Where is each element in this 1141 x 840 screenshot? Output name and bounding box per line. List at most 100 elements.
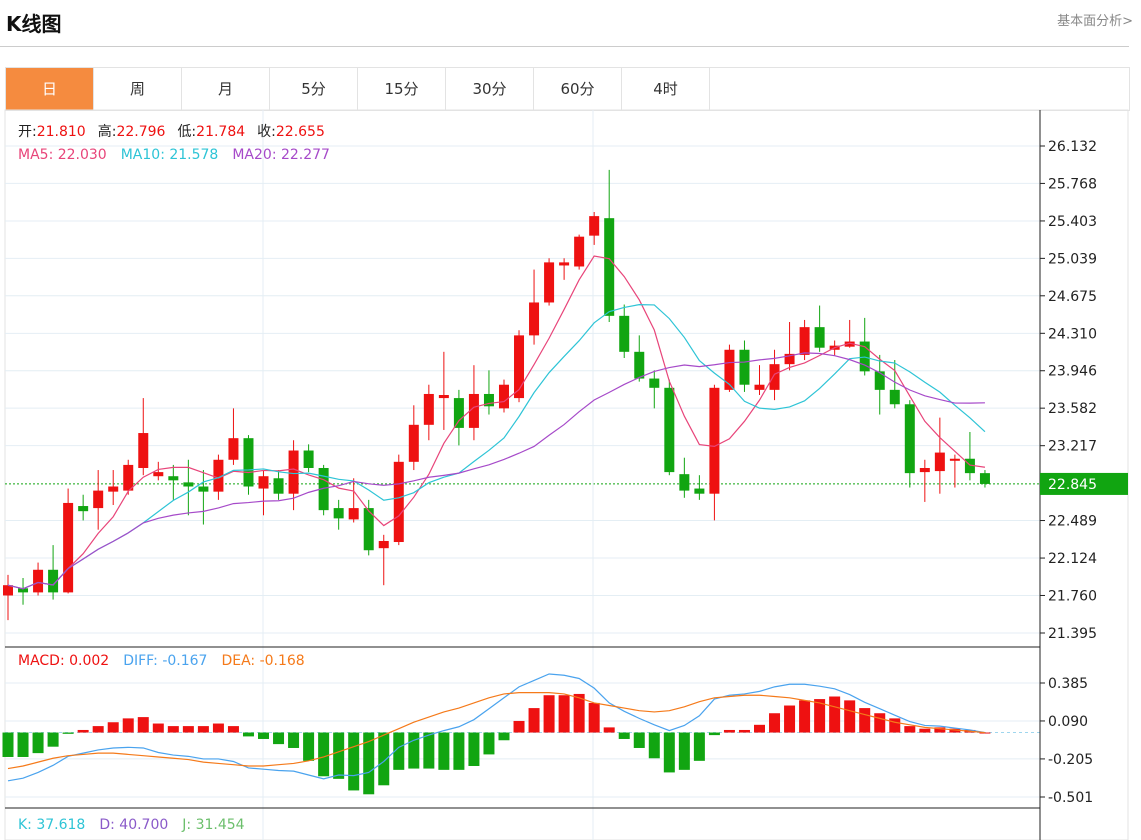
candle-body [123,464,134,491]
open-label: 开: [18,124,37,140]
candle-body [78,506,89,512]
candle-body [649,378,660,388]
price-tick-label: 26.132 [1048,139,1097,155]
macd-bar [468,732,480,766]
macd-bar [874,713,886,733]
macd-bar [167,726,179,733]
macd-bar [588,702,600,733]
macd-bar [769,713,781,733]
candle-body [423,393,434,425]
price-tick-label: 23.217 [1048,439,1097,455]
macd-bar [47,732,59,747]
candle-body [934,452,945,472]
candle-body [498,384,509,409]
macd-bar [498,732,510,741]
macd-bar [543,695,555,733]
candle-body [183,482,194,487]
candle-body [288,450,299,494]
candle-body [138,433,149,468]
candle-body [874,371,885,390]
macd-bar [17,732,29,757]
macd-value: MACD: 0.002 [18,653,109,669]
diff-value: DIFF: -0.167 [123,653,207,669]
candle-body [529,302,540,336]
candle-body [769,364,780,390]
macd-tick-label: 0.090 [1048,714,1088,730]
macd-tick-label: 0.385 [1048,676,1088,692]
macd-bar [754,724,765,733]
macd-bar [62,732,74,734]
candle-body [754,384,765,390]
candle-body [453,398,464,428]
candle-body [619,315,630,352]
d-value: D: 40.700 [99,817,168,833]
macd-tick-label: -0.205 [1048,752,1093,768]
macd-bar [784,705,796,733]
macd-bar [303,732,315,761]
macd-bar [348,732,360,791]
macd-bar [603,727,615,733]
candle-body [634,351,645,379]
macd-bar [738,729,750,733]
price-tick-label: 23.582 [1048,401,1097,417]
candle-body [799,327,810,355]
candle-body [814,327,825,348]
candle-body [258,476,269,489]
candle-body [664,387,675,473]
candle-body [544,262,555,303]
candle-body [3,585,13,596]
svg-text:开:21.810高:22.796低:21.784收:22.6: 开:21.810 高:22.796 低:21.784 收:22.655 [18,123,325,140]
macd-bar [122,718,134,733]
price-tick-label: 25.768 [1048,176,1097,192]
candle-body [709,387,720,494]
close-value: 22.655 [276,124,325,140]
dea-value: DEA: -0.168 [221,653,304,669]
macd-bar [182,726,194,733]
svg-text:K: 37.618D: 40.700J: 31.454: K: 37.618 D: 40.700 J: 31.454 [18,817,245,833]
current-price-label: 22.845 [1048,477,1097,493]
candle-body [153,472,164,477]
candle-body [33,569,44,593]
macd-bar [844,700,856,733]
macd-bar [333,732,345,779]
macd-bar [212,723,224,733]
ma20-value: MA20: 22.277 [232,147,330,163]
candle-body [273,478,284,494]
macd-bar [408,732,420,769]
macd-bar [648,732,660,759]
candle-body [198,486,209,492]
high-label: 高: [98,123,117,140]
candle-body [739,349,750,385]
price-tick-label: 24.310 [1048,326,1097,342]
candle-body [243,438,254,487]
candle-body [348,508,359,520]
macd-bar [904,726,916,733]
macd-bar [288,732,300,748]
svg-text:MACD: 0.002DIFF: -0.167DEA: -0: MACD: 0.002 DIFF: -0.167 DEA: -0.168 [18,653,305,669]
candle-body [228,438,239,460]
candle-body [949,458,960,461]
macd-tick-label: -0.501 [1048,790,1093,806]
candle-body [168,476,179,481]
price-tick-label: 25.039 [1048,251,1097,267]
macd-bar [242,732,254,737]
kline-chart[interactable]: 26.132 25.768 25.403 25.039 24.675 24.310 23.9… [0,0,1141,840]
candle-body [108,486,119,492]
candle-body [408,424,419,462]
price-tick-label: 23.946 [1048,364,1097,380]
macd-bar [633,732,645,748]
candle-body [679,474,690,491]
macd-bar [423,732,435,769]
candle-body [919,467,930,473]
macd-bar [513,720,525,733]
candle-body [904,404,915,474]
macd-bar [829,696,841,733]
ma5-value: MA5: 22.030 [18,147,107,163]
macd-bar [889,718,901,733]
close-label: 收: [257,124,276,140]
macd-bar [318,732,330,777]
ma10-value: MA10: 21.578 [121,147,219,163]
ma5-line [7,255,986,590]
price-tick-label: 21.760 [1048,588,1097,604]
macd-bar [227,726,239,733]
